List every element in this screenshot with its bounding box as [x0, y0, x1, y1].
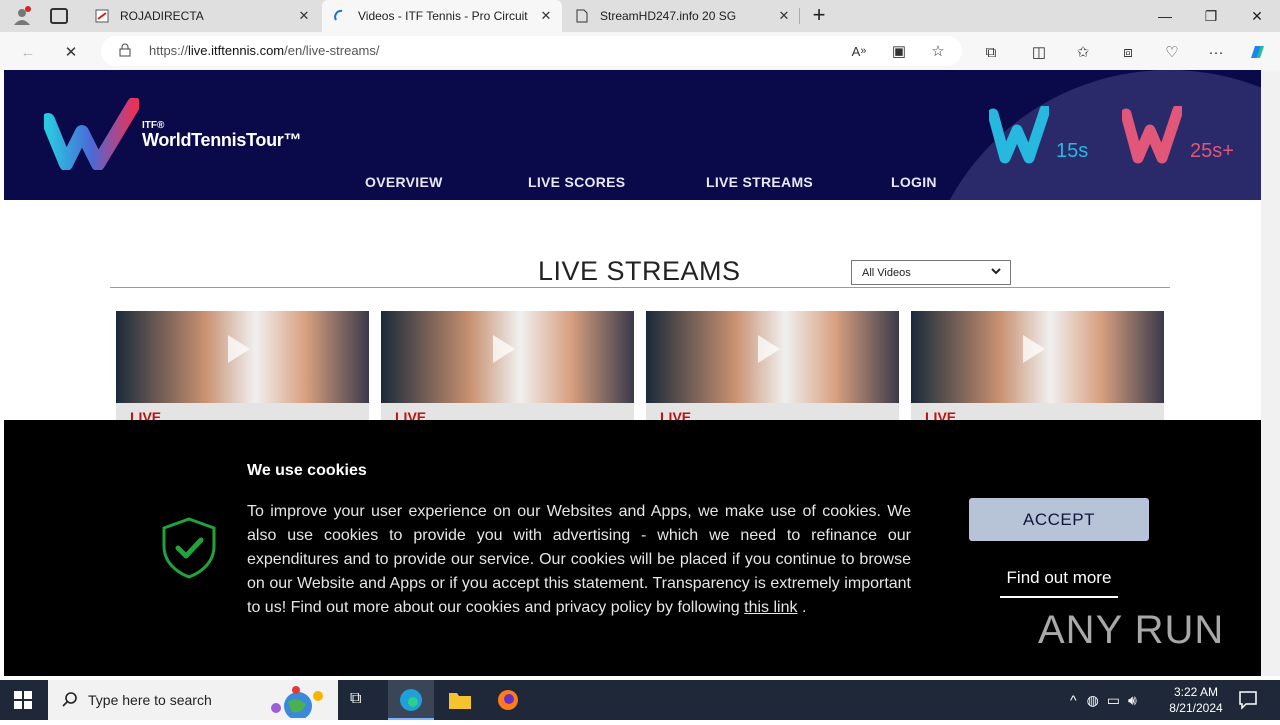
video-card[interactable]: LIVE [646, 311, 899, 431]
extensions-icon[interactable]: ⧉ [981, 42, 1001, 62]
favorites-icon[interactable]: ✩ [1073, 42, 1093, 62]
search-placeholder: Type here to search [88, 692, 212, 708]
firefox-icon[interactable] [496, 688, 520, 717]
document-icon [574, 8, 590, 24]
find-out-more-link[interactable]: Find out more [1000, 568, 1118, 598]
tab-streamhd[interactable]: StreamHD247.info 20 SG ✕ [564, 0, 800, 32]
w25-logo-icon[interactable] [1120, 104, 1184, 164]
minimize-button[interactable]: — [1142, 0, 1188, 32]
meet-now-icon[interactable]: ◍ [1087, 692, 1099, 709]
cookie-title: We use cookies [247, 462, 367, 479]
more-menu-icon[interactable]: ··· [1206, 42, 1226, 62]
loading-icon [332, 8, 348, 24]
tab-bar: ROJADIRECTA ✕ Videos - ITF Tennis - Pro … [0, 0, 1280, 32]
favorite-star-icon[interactable]: ☆ [928, 41, 948, 61]
w15-label: 15s [1056, 140, 1089, 162]
close-tab-icon[interactable]: ✕ [538, 8, 554, 24]
tab-rojadirecta[interactable]: ROJADIRECTA ✕ [84, 0, 320, 32]
tab-title: StreamHD247.info 20 SG [600, 9, 737, 23]
play-icon[interactable] [1023, 335, 1045, 363]
cookie-banner: We use cookies To improve your user expe… [4, 420, 1261, 676]
filter-value: All Videos [862, 267, 911, 279]
edge-taskbar-icon[interactable] [388, 680, 434, 720]
system-tray: ^ ◍ ▭ 🔊︎ [1070, 680, 1137, 720]
nav-login[interactable]: LOGIN [891, 174, 937, 190]
collections-icon[interactable]: ⧈ [1118, 42, 1138, 62]
lock-icon [119, 43, 131, 62]
tab-itf-videos[interactable]: Videos - ITF Tennis - Pro Circuit ✕ [322, 0, 562, 32]
anyrun-watermark: ANY RUN [1038, 608, 1225, 652]
world-tennis-tour-wordmark: WorldTennisTour™ [142, 130, 302, 150]
url-text: https://live.itftennis.com/en/live-strea… [149, 43, 380, 58]
tab-title: ROJADIRECTA [120, 9, 204, 23]
back-icon[interactable]: ← [18, 42, 38, 62]
windows-start-icon[interactable] [14, 691, 32, 714]
clock-date: 8/21/2024 [1169, 701, 1223, 715]
play-icon[interactable] [228, 335, 250, 363]
clock-time: 3:22 AM [1173, 685, 1219, 699]
close-tab-icon[interactable]: ✕ [296, 8, 312, 24]
read-aloud-icon[interactable]: A» [849, 41, 869, 61]
privacy-link[interactable]: this link [744, 599, 797, 616]
w15-logo-icon[interactable] [987, 104, 1051, 164]
task-view-icon[interactable]: ⧉ [350, 690, 361, 708]
scrollbar[interactable] [1261, 70, 1280, 676]
tab-actions-icon[interactable] [50, 8, 68, 24]
nav-live-scores[interactable]: LIVE SCORES [528, 174, 625, 190]
close-tab-icon[interactable]: ✕ [776, 8, 792, 24]
video-filter-select[interactable]: All Videos [851, 260, 1011, 285]
play-icon[interactable] [758, 335, 780, 363]
immersive-reader-icon[interactable]: ▣ [889, 41, 909, 61]
browser-essentials-icon[interactable]: ♡ [1162, 42, 1182, 62]
video-card[interactable]: LIVE [116, 311, 369, 431]
notifications-icon[interactable] [1238, 690, 1258, 715]
page-title: LIVE STREAMS [538, 256, 741, 286]
page-icon [94, 8, 110, 24]
page-viewport: ITF® WorldTennisTour™ OVERVIEW LIVE SCOR… [4, 70, 1261, 676]
address-bar: ← ✕ https://live.itftennis.com/en/live-s… [0, 32, 1280, 70]
wtt-logo-icon[interactable] [41, 97, 141, 171]
site-header: ITF® WorldTennisTour™ OVERVIEW LIVE SCOR… [4, 70, 1261, 200]
system-clock[interactable]: 3:22 AM 8/21/2024 [1160, 684, 1232, 716]
tab-title: Videos - ITF Tennis - Pro Circuit [358, 9, 528, 23]
chevron-up-icon[interactable]: ^ [1070, 692, 1077, 708]
title-divider [110, 287, 1170, 288]
copilot-icon[interactable] [1247, 42, 1267, 62]
new-tab-button[interactable]: + [808, 4, 830, 28]
video-card[interactable]: LIVE [381, 311, 634, 431]
weather-globe-icon [262, 684, 332, 723]
search-icon [62, 691, 78, 712]
taskbar: Type here to search ⧉ ^ ◍ ▭ 🔊︎ 3:22 AM 8… [0, 680, 1280, 720]
file-explorer-icon[interactable] [448, 690, 472, 715]
play-icon[interactable] [493, 335, 515, 363]
volume-icon[interactable]: 🔊︎ [1128, 692, 1137, 709]
profile-icon[interactable] [12, 6, 32, 26]
accept-cookies-button[interactable]: ACCEPT [969, 498, 1149, 541]
video-card[interactable]: LIVE [911, 311, 1164, 431]
taskbar-search[interactable]: Type here to search [48, 680, 338, 720]
stop-loading-icon[interactable]: ✕ [61, 42, 81, 62]
shield-check-icon [160, 516, 218, 580]
network-icon[interactable]: ▭ [1107, 692, 1120, 709]
w25-label: 25s+ [1190, 140, 1234, 162]
restore-button[interactable]: ❐ [1188, 0, 1234, 32]
nav-live-streams[interactable]: LIVE STREAMS [706, 174, 813, 190]
split-screen-icon[interactable]: ◫ [1029, 42, 1049, 62]
cookie-text: To improve your user experience on our W… [247, 503, 911, 616]
close-window-button[interactable]: ✕ [1234, 0, 1280, 32]
nav-overview[interactable]: OVERVIEW [365, 174, 443, 190]
url-field[interactable]: https://live.itftennis.com/en/live-strea… [101, 36, 962, 66]
chevron-down-icon [990, 265, 1002, 280]
